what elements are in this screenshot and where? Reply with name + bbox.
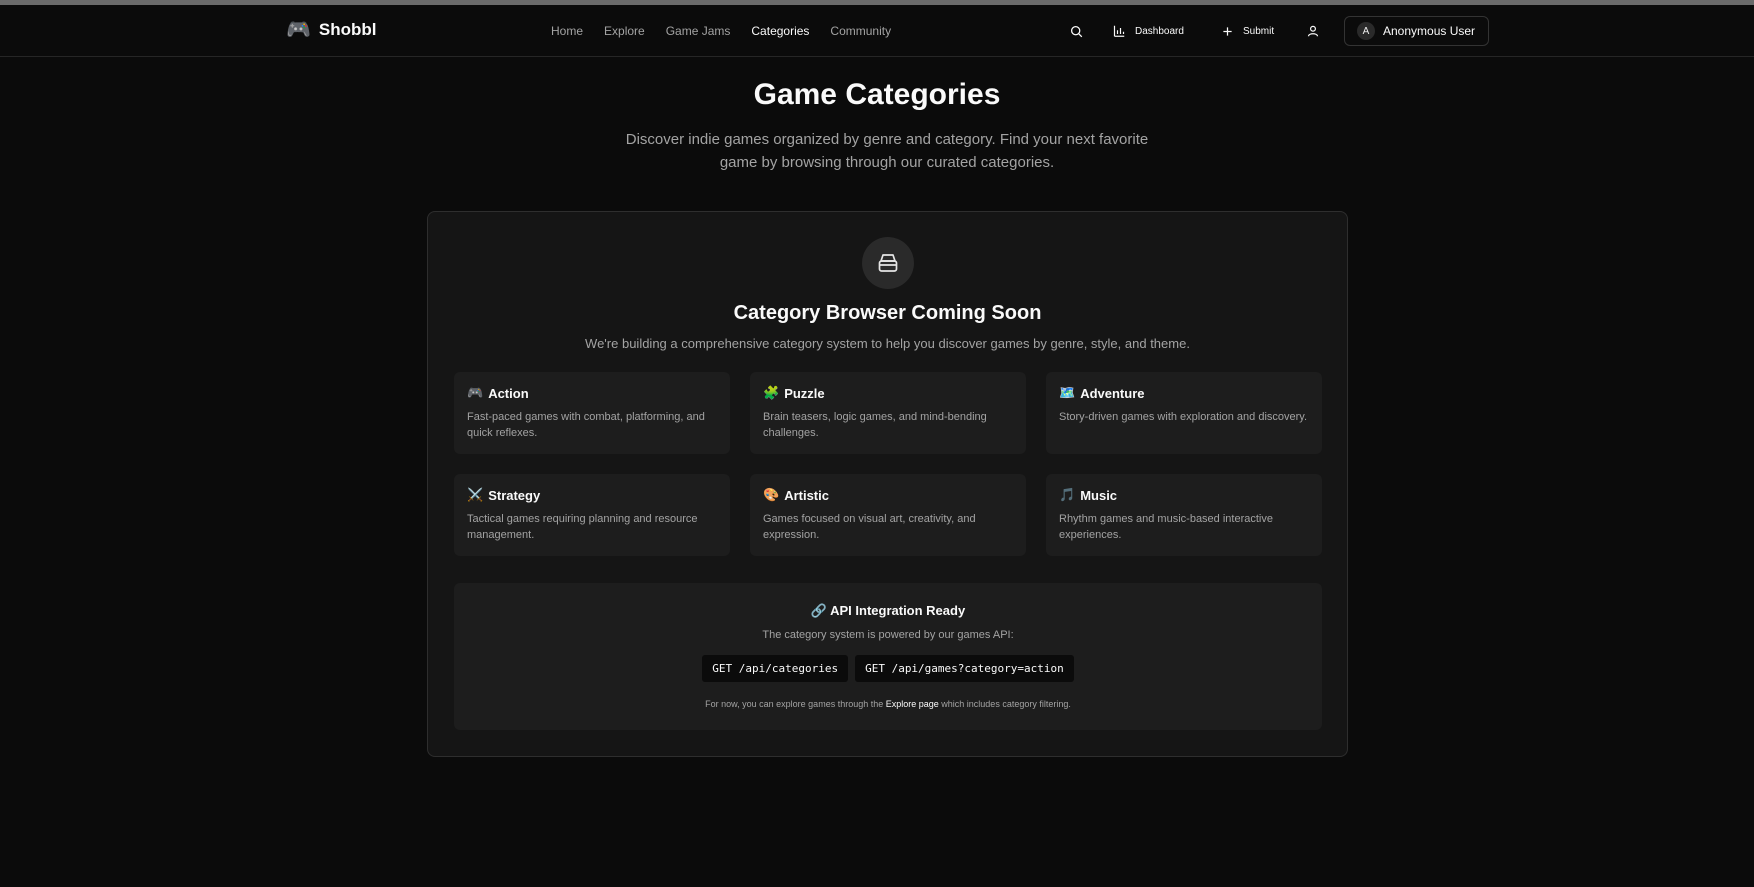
nav-game-jams[interactable]: Game Jams xyxy=(666,24,731,38)
box-icon xyxy=(862,237,914,289)
category-name: Puzzle xyxy=(784,385,825,401)
api-subtitle: The category system is powered by our ga… xyxy=(762,629,1014,641)
category-card-action[interactable]: 🎮 Action Fast-paced games with combat, pl… xyxy=(454,372,730,454)
explore-page-link[interactable]: Explore page xyxy=(886,699,939,709)
submit-button[interactable]: Submit xyxy=(1222,15,1274,47)
api-endpoints: GET /api/categories GET /api/games?categ… xyxy=(454,655,1322,682)
search-icon xyxy=(1070,25,1083,38)
category-name: Artistic xyxy=(784,487,829,503)
user-icon xyxy=(1307,25,1319,37)
category-description: Fast-paced games with combat, platformin… xyxy=(467,411,705,439)
dashboard-button[interactable]: Dashboard xyxy=(1113,15,1184,47)
nav-community[interactable]: Community xyxy=(830,24,891,38)
puzzle-icon: 🧩 xyxy=(763,385,780,400)
map-icon: 🗺️ xyxy=(1059,385,1076,400)
nav-categories[interactable]: Categories xyxy=(751,24,809,38)
music-note-icon: 🎵 xyxy=(1059,487,1076,502)
profile-button[interactable] xyxy=(1307,15,1327,47)
dashboard-label: Dashboard xyxy=(1135,25,1184,37)
site-header: 🎮 Shobbl Home Explore Game Jams Categori… xyxy=(0,5,1754,57)
main-nav: Home Explore Game Jams Categories Commun… xyxy=(551,24,891,38)
page-title: Game Categories xyxy=(753,78,1001,111)
coming-soon-card: Category Browser Coming Soon We're build… xyxy=(427,211,1348,757)
category-card-puzzle[interactable]: 🧩 Puzzle Brain teasers, logic games, and … xyxy=(750,372,1026,454)
palette-icon: 🎨 xyxy=(763,487,780,502)
category-card-artistic[interactable]: 🎨 Artistic Games focused on visual art, c… xyxy=(750,474,1026,556)
card-subtitle: We're building a comprehensive category … xyxy=(585,336,1190,351)
category-name: Adventure xyxy=(1080,385,1145,401)
category-name: Strategy xyxy=(488,487,541,503)
nav-home[interactable]: Home xyxy=(551,24,583,38)
page-subtitle: Discover indie games organized by genre … xyxy=(625,131,1149,171)
endpoint-games-by-category: GET /api/games?category=action xyxy=(855,655,1074,682)
endpoint-categories: GET /api/categories xyxy=(702,655,849,682)
api-info-panel: 🔗 API Integration Ready The category sys… xyxy=(454,583,1322,730)
api-title: 🔗 API Integration Ready xyxy=(810,603,966,618)
brand-name: Shobbl xyxy=(318,20,377,39)
category-name: Action xyxy=(488,385,529,401)
category-description: Brain teasers, logic games, and mind-ben… xyxy=(763,411,987,439)
category-description: Games focused on visual art, creativity,… xyxy=(763,513,976,541)
category-grid: 🎮 Action Fast-paced games with combat, pl… xyxy=(454,372,1322,557)
user-name: Anonymous User xyxy=(1383,24,1476,38)
category-name: Music xyxy=(1080,487,1118,503)
brand-logo[interactable]: 🎮 Shobbl xyxy=(286,19,377,41)
api-note-prefix: For now, you can explore games through t… xyxy=(705,699,886,709)
category-description: Story-driven games with exploration and … xyxy=(1059,411,1308,423)
user-menu-button[interactable]: A Anonymous User xyxy=(1344,16,1489,46)
category-card-adventure[interactable]: 🗺️ Adventure Story-driven games with expl… xyxy=(1046,372,1322,454)
gamepad-icon: 🎮 xyxy=(467,385,484,400)
search-button[interactable] xyxy=(1070,15,1092,47)
nav-explore[interactable]: Explore xyxy=(604,24,645,38)
category-description: Tactical games requiring planning and re… xyxy=(467,513,698,541)
submit-label: Submit xyxy=(1243,25,1275,37)
category-card-music[interactable]: 🎵 Music Rhythm games and music-based inte… xyxy=(1046,474,1322,556)
card-title: Category Browser Coming Soon xyxy=(733,302,1042,324)
gamepad-icon: 🎮 xyxy=(286,19,311,41)
bar-chart-icon xyxy=(1113,25,1125,37)
category-description: Rhythm games and music-based interactive… xyxy=(1059,513,1273,541)
plus-icon xyxy=(1222,26,1233,37)
avatar: A xyxy=(1357,22,1375,40)
api-note: For now, you can explore games through t… xyxy=(454,699,1322,709)
category-card-strategy[interactable]: ⚔️ Strategy Tactical games requiring plan… xyxy=(454,474,730,556)
crossed-swords-icon: ⚔️ xyxy=(467,487,484,502)
api-note-suffix: which includes category filtering. xyxy=(938,699,1071,709)
